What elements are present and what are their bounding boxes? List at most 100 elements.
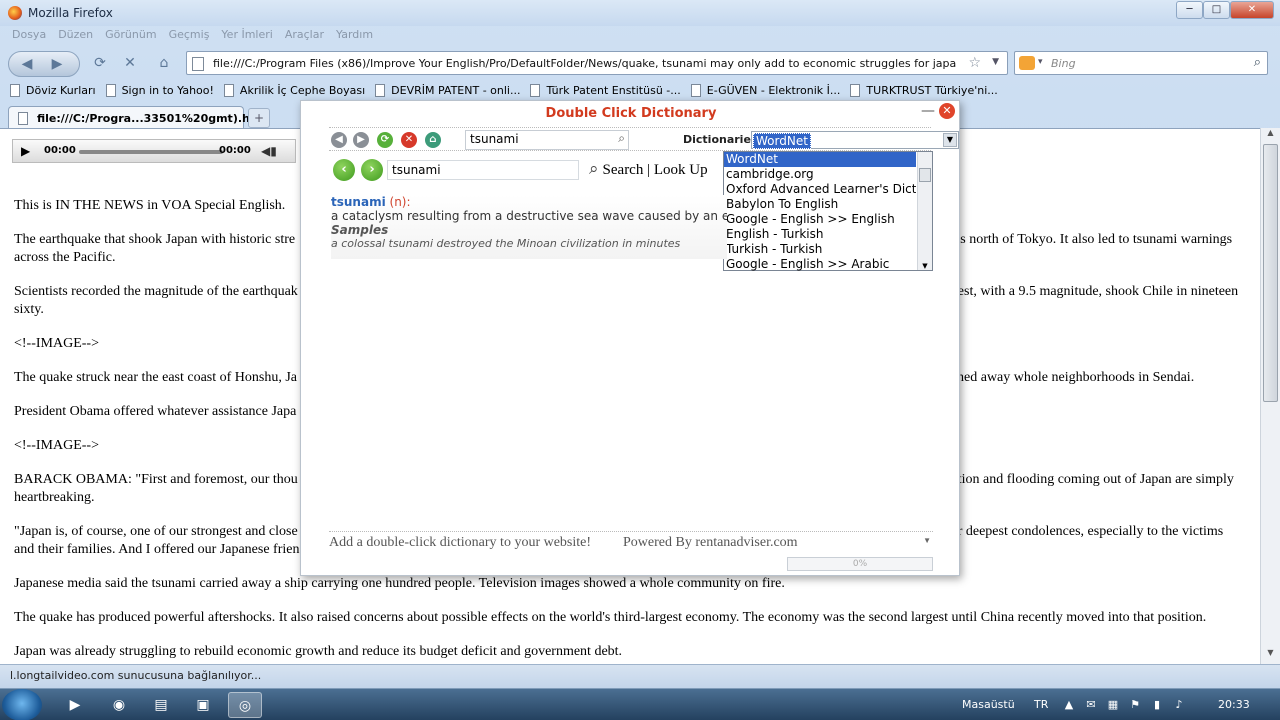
start-orb-icon[interactable] (2, 689, 42, 720)
bookmark-item[interactable]: Türk Patent Enstitüsü -... (530, 80, 681, 100)
play-icon[interactable]: ▶ (21, 144, 30, 158)
search-icon[interactable]: ⌕ (618, 131, 625, 146)
bookmark-item[interactable]: DEVRİM PATENT - onli... (375, 80, 520, 100)
search-placeholder[interactable]: Bing (1051, 57, 1076, 70)
media-player-icon[interactable]: ▶ (58, 692, 92, 718)
scroll-down-icon[interactable]: ▼ (918, 262, 932, 270)
maximize-button[interactable]: □ (1203, 1, 1230, 19)
dictionary-option[interactable]: Google - English >> Arabic (724, 257, 916, 272)
bookmark-label: Sign in to Yahoo! (121, 83, 214, 97)
tab-active[interactable]: file:///C:/Progra...33501%20gmt).html (8, 106, 270, 130)
engine-dropdown-icon[interactable]: ▾ (1038, 57, 1043, 67)
back-arrow-icon[interactable]: ◀ (15, 52, 39, 76)
dictionary-option[interactable]: Oxford Advanced Learner's Dictionary (724, 182, 916, 197)
back-circle-icon[interactable]: ‹ (333, 159, 355, 181)
dictionary-minimize-button[interactable]: — (921, 103, 935, 119)
clock[interactable]: 20:33 (1218, 689, 1250, 720)
forward-circle-icon[interactable]: › (361, 159, 383, 181)
menu-tools[interactable]: Araçlar (285, 28, 324, 48)
page-icon (690, 83, 701, 97)
bookmark-item[interactable]: E-GÜVEN - Elektronik İ... (690, 80, 840, 100)
dictionary-option[interactable]: Babylon To English (724, 197, 916, 212)
bing-engine-icon[interactable] (1019, 56, 1035, 70)
bookmarks-toolbar: Döviz Kurları Sign in to Yahoo! Akrilik … (0, 80, 1008, 100)
menu-bar: Dosya Düzen Görünüm Geçmiş Yer İmleri Ar… (0, 28, 385, 48)
scroll-down-icon[interactable]: ▼ (1261, 648, 1280, 664)
forward-arrow-icon[interactable]: ▶ (45, 52, 69, 76)
page-scrollbar[interactable]: ▲ ▼ (1260, 128, 1280, 664)
quick-lookup-value[interactable]: tsunami (470, 132, 519, 146)
stop-icon[interactable]: ✕ (401, 132, 417, 148)
bookmark-star-icon[interactable]: ☆ (968, 55, 981, 71)
menu-file[interactable]: Dosya (12, 28, 46, 48)
part-of-speech: (n): (389, 195, 411, 209)
dictionary-close-button[interactable]: ✕ (939, 103, 955, 119)
search-bar[interactable]: ▾ Bing ⌕ (1014, 51, 1268, 75)
close-window-button[interactable]: ✕ (1230, 1, 1274, 19)
address-bar[interactable]: file:///C:/Program Files (x86)/Improve Y… (186, 51, 1008, 75)
search-lookup-button[interactable]: ⌕ Search | Look Up (589, 159, 708, 179)
chevron-up-icon[interactable]: ▲ (1062, 698, 1076, 712)
explorer-folder-icon[interactable]: ▤ (144, 692, 178, 718)
definition-result: tsunami (n): a cataclysm resulting from … (331, 195, 727, 259)
chat-icon[interactable]: ✉ (1084, 698, 1098, 712)
menu-view[interactable]: Görünüm (105, 28, 156, 48)
signal-icon[interactable]: ▮ (1150, 698, 1164, 712)
paragraph: The quake has produced powerful aftersho… (14, 610, 1207, 625)
home-icon[interactable]: ⌂ (425, 132, 441, 148)
volume-icon[interactable]: ◀▮ (261, 144, 277, 158)
language-indicator[interactable]: TR (1034, 689, 1048, 720)
refresh-icon[interactable]: ⟳ (377, 132, 393, 148)
dictionary-dropdown-list[interactable]: WordNet cambridge.org Oxford Advanced Le… (723, 151, 933, 271)
dictionary-option[interactable]: English - Turkish (724, 227, 916, 242)
firefox-taskbar-icon[interactable]: ◉ (102, 692, 136, 718)
scroll-up-icon[interactable]: ▲ (1261, 128, 1280, 144)
bookmark-item[interactable]: Akrilik İç Cephe Boyası (223, 80, 365, 100)
reload-icon[interactable]: ⟳ (88, 51, 112, 75)
chevron-down-icon[interactable]: ▼ (943, 133, 957, 147)
seek-bar[interactable] (79, 150, 223, 154)
dictionary-option[interactable]: WordNet (724, 152, 916, 167)
page-icon (10, 83, 20, 97)
home-icon[interactable]: ⌂ (152, 51, 176, 75)
volume-icon[interactable]: ♪ (1172, 698, 1186, 712)
dictionary-option[interactable]: cambridge.org (724, 167, 916, 182)
current-time: 00:00 (44, 145, 76, 156)
dictionary-option[interactable]: Turkish - Turkish (724, 242, 916, 257)
powered-by-link[interactable]: Powered By rentanadviser.com (623, 535, 798, 551)
search-icon[interactable]: ⌕ (1254, 55, 1261, 70)
lookup-input[interactable]: tsunami (387, 160, 579, 180)
desktop-label[interactable]: Masaüstü (962, 689, 1015, 720)
app-icon[interactable]: ▣ (186, 692, 220, 718)
menu-help[interactable]: Yardım (336, 28, 373, 48)
stop-icon[interactable]: ✕ (118, 51, 142, 75)
new-tab-button[interactable]: + (248, 108, 270, 128)
dictionary-select[interactable]: WordNet ▼ (751, 131, 959, 149)
scroll-down-icon[interactable]: ▼ (923, 536, 931, 545)
forward-icon[interactable]: ▶ (353, 132, 369, 148)
bookmark-item[interactable]: TURKTRUST Türkiye'ni... (850, 80, 998, 100)
dropdown-scrollbar[interactable]: ▼ (917, 152, 932, 270)
url-text[interactable]: file:///C:/Program Files (x86)/Improve Y… (213, 57, 957, 70)
minimize-button[interactable]: ─ (1176, 1, 1203, 19)
add-dictionary-link[interactable]: Add a double-click dictionary to your we… (329, 535, 591, 551)
loading-progress: 0% (787, 557, 933, 571)
quick-lookup-input[interactable]: tsunami ⌕ (465, 130, 629, 150)
bookmark-item[interactable]: Sign in to Yahoo! (105, 80, 214, 100)
back-icon[interactable]: ◀ (331, 132, 347, 148)
dictionary-selected-value[interactable]: WordNet (753, 133, 811, 149)
menu-edit[interactable]: Düzen (58, 28, 93, 48)
tab-label: file:///C:/Progra...33501%20gmt).html (37, 112, 271, 125)
menu-history[interactable]: Geçmiş (169, 28, 210, 48)
bookmark-item[interactable]: Döviz Kurları (10, 80, 96, 100)
lookup-value[interactable]: tsunami (392, 163, 441, 177)
dictionary-option[interactable]: Google - English >> English (724, 212, 916, 227)
network-icon[interactable]: ▦ (1106, 698, 1120, 712)
flag-icon[interactable]: ⚑ (1128, 698, 1142, 712)
dictionary-taskbar-icon[interactable]: ◎ (228, 692, 262, 718)
lookup-toolbar: ‹ › tsunami ⌕ Search | Look Up (329, 157, 749, 183)
dropdown-scroll-thumb[interactable] (919, 168, 931, 182)
scroll-thumb[interactable] (1263, 144, 1278, 402)
url-history-dropdown-icon[interactable]: ▼ (992, 57, 999, 67)
menu-bookmarks[interactable]: Yer İmleri (221, 28, 272, 48)
